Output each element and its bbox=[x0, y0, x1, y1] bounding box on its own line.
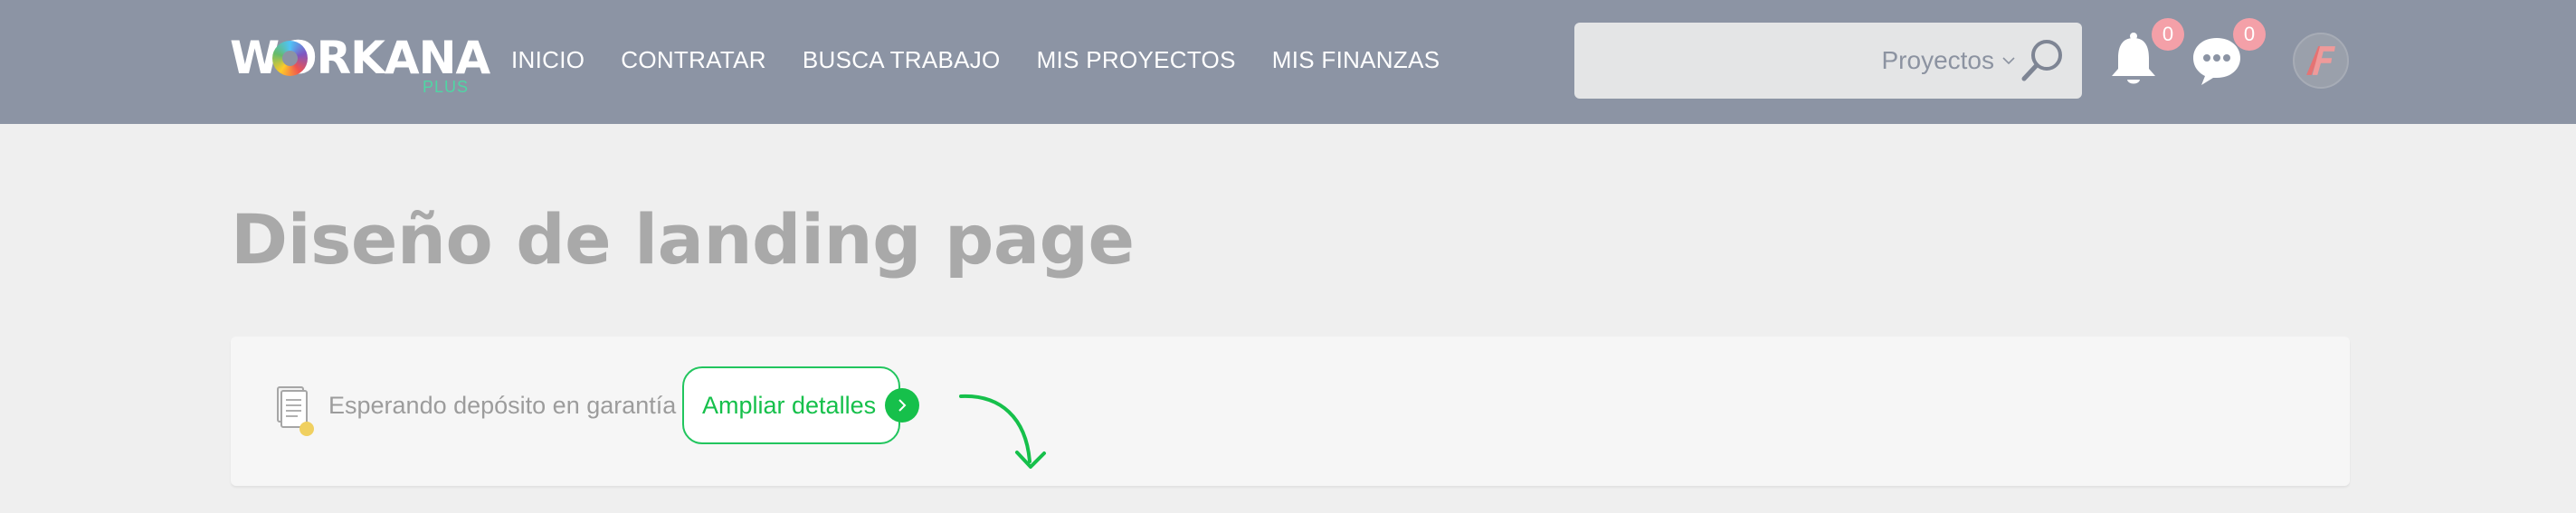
chevron-down-icon bbox=[2002, 57, 2015, 65]
nav-item-busca-trabajo[interactable]: BUSCA TRABAJO bbox=[803, 40, 1001, 80]
notifications-badge: 0 bbox=[2152, 18, 2184, 51]
status-text: Esperando depósito en garantía bbox=[328, 392, 677, 419]
user-avatar[interactable] bbox=[2293, 33, 2349, 89]
logo-wordmark: WORKANA bbox=[230, 32, 490, 84]
search-scope-label: Proyectos bbox=[1881, 46, 1995, 74]
messages-badge: 0 bbox=[2233, 18, 2266, 51]
document-icon bbox=[277, 386, 314, 436]
nav-item-contratar[interactable]: CONTRATAR bbox=[621, 40, 766, 80]
search-icon bbox=[2021, 40, 2062, 81]
search-scope-select[interactable]: Proyectos bbox=[1871, 41, 2016, 81]
messages-button[interactable]: 0 bbox=[2188, 18, 2266, 89]
workana-logo[interactable]: WORKANA PLUS bbox=[230, 33, 490, 101]
search-box: Proyectos bbox=[1574, 23, 2082, 99]
top-navigation-bar: WORKANA PLUS INICIO CONTRATAR BUSCA TRAB… bbox=[0, 0, 2576, 124]
nav-item-inicio[interactable]: INICIO bbox=[511, 40, 585, 80]
logo-plus-label: PLUS bbox=[422, 78, 469, 96]
chevron-right-icon bbox=[885, 388, 920, 423]
project-status-card: Esperando depósito en garantía Ampliar d… bbox=[231, 337, 2350, 486]
page-title: Diseño de landing page bbox=[231, 199, 1135, 280]
curved-arrow-icon bbox=[959, 394, 1046, 469]
main-nav: INICIO CONTRATAR BUSCA TRABAJO MIS PROYE… bbox=[511, 40, 1476, 80]
nav-item-mis-finanzas[interactable]: MIS FINANZAS bbox=[1272, 40, 1440, 80]
logo-ring-icon bbox=[272, 41, 308, 76]
details-button-label: Ampliar detalles bbox=[702, 391, 877, 419]
search-button[interactable] bbox=[2016, 33, 2070, 88]
search-input[interactable] bbox=[1587, 35, 1862, 88]
avatar-monogram-icon bbox=[2306, 46, 2335, 75]
nav-item-mis-proyectos[interactable]: MIS PROYECTOS bbox=[1037, 40, 1236, 80]
notifications-button[interactable]: 0 bbox=[2106, 18, 2184, 89]
details-button[interactable]: Ampliar detalles bbox=[682, 366, 920, 444]
